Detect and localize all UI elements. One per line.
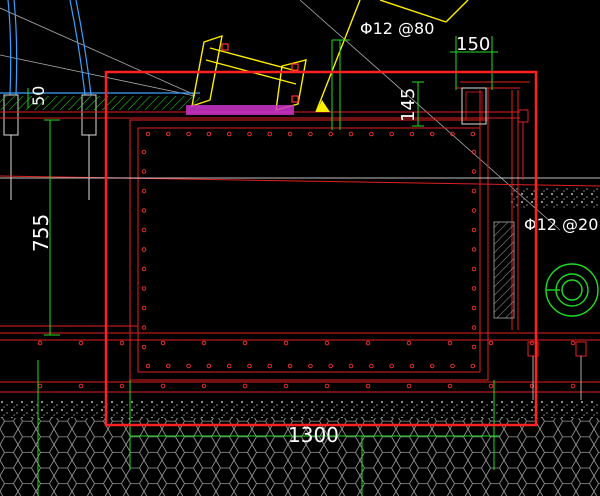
rebar-dot [166,131,171,137]
rebar-dot [365,383,371,389]
rebar-dot [471,305,477,311]
rebar-dot [267,363,273,369]
rebar-dot [328,363,333,369]
rebar-dot [283,383,289,389]
rebar-dot [450,363,455,369]
rebar-dot [141,227,147,233]
rebar-dot [471,188,477,194]
dimension-755: 755 [29,214,53,252]
rebar-dot [283,340,289,346]
dimension-1300: 1300 [288,423,339,447]
rebar-dot [247,363,252,369]
rebar-dot [145,131,151,137]
rebar-dot [471,149,477,155]
rebar-dot [267,131,273,137]
right-wall-hatch [493,221,515,319]
rebar-dot [308,363,313,369]
rebar-dot [119,340,125,346]
rebar-dot [160,340,166,346]
rebar-dot [447,383,453,389]
rebar-dot [389,131,394,137]
rebar-dot [141,208,147,213]
dimension-50: 50 [29,86,48,106]
cad-drawing-canvas[interactable]: 50 755 145 150 1300 Φ12 @80 Φ12 @20 [0,0,600,496]
rebar-dot [141,266,147,272]
rebar-dot [287,131,293,137]
rebar-dot [201,383,207,389]
rebar-dot [471,286,477,291]
rebar-dot [206,131,212,137]
rebar-dot [247,131,252,137]
rebar-dot [287,363,293,369]
rebar-dot [471,325,477,330]
rebar-dot [78,383,84,389]
rebar-dot [570,340,576,346]
blue-hangers [0,0,200,96]
rebar-dot [406,383,412,389]
rebar-dot [186,363,191,369]
rebar-dot [429,363,435,369]
rebar-dot [242,340,248,346]
rebar-dot [242,383,248,389]
rebar-dot [141,188,147,194]
rebar-label-top: Φ12 @80 [360,19,434,38]
rebar-dot [324,383,330,389]
gravel-top-right [508,188,600,208]
base-plate [186,105,294,115]
rebar-dot [447,340,453,346]
rebar-dot [141,325,147,330]
rebar-dot [409,363,415,369]
rebar-dot [141,169,147,174]
rebar-dot [365,340,371,346]
rebar-dot [141,344,147,350]
rebar-dot [406,340,412,346]
rebar-dot [226,363,232,369]
rebar-dot [471,247,477,252]
rebar-dot [471,208,477,213]
rebar-dot [409,131,415,137]
gray-supports [532,356,582,400]
rebar-dot [488,383,494,389]
rebar-dot [141,149,147,155]
dimension-150: 150 [456,34,490,55]
rebar-dot [141,247,147,252]
rebar-dot [78,340,84,346]
rebar-dot [470,131,476,137]
rebar-dot [369,363,374,369]
rebar-dot [570,383,576,389]
rebar-dot [328,131,333,137]
rebar-dot [471,169,477,174]
rebar-dot [145,363,151,369]
rebar-dot [166,363,171,369]
rebar-dot [119,383,125,389]
rebar-dot [37,340,43,346]
rebar-dot [186,131,191,137]
gravel-layer [0,400,600,418]
rebar-dot [471,227,477,233]
rebar-dot [226,131,232,137]
rebar-dot [141,286,147,291]
pipe-fitting-right [545,263,599,317]
rebar-dot [324,340,330,346]
rebar-dot [160,383,166,389]
rebar-dot [429,131,435,137]
rebar-dot [201,340,207,346]
rebar-dot [470,363,476,369]
rebar-dot [369,131,374,137]
dimension-145: 145 [398,88,419,122]
rebar-dot [389,363,394,369]
inclined-support [191,0,469,113]
rebar-dot [471,266,477,272]
rebar-dot [37,383,43,389]
rebar-dot [471,344,477,350]
rebar-dot [206,363,212,369]
rebar-dot [488,340,494,346]
rebar-dot [141,305,147,311]
rebar-dot [348,131,354,137]
cad-drawing: 50 755 145 150 1300 Φ12 @80 Φ12 @20 [0,0,600,496]
rebar-dot [308,131,313,137]
rebar-dot [348,363,354,369]
